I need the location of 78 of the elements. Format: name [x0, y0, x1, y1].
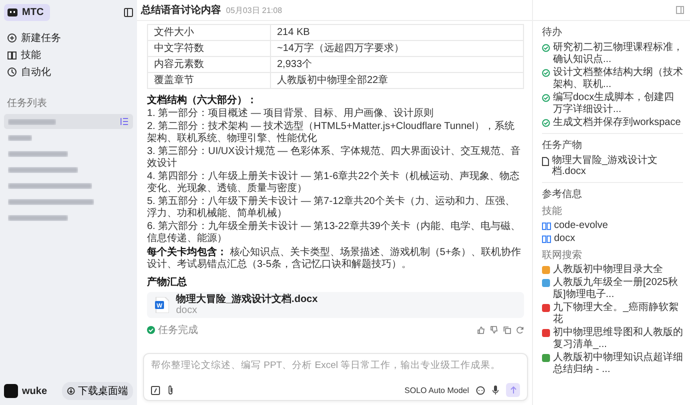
section-heading: 产物汇总 [147, 276, 188, 289]
nav-label: 新建任务 [21, 32, 61, 44]
clock-icon [7, 66, 17, 76]
microphone-icon[interactable] [492, 385, 499, 395]
robot-icon [7, 8, 18, 17]
table-cell: 2,933个 [270, 56, 524, 72]
workspace-badge[interactable]: MTC [4, 4, 50, 21]
copy-icon[interactable] [503, 326, 511, 334]
command-icon[interactable] [151, 386, 160, 394]
table-cell: ~14万字（远超四万字要求） [270, 40, 524, 56]
section-title: 待办 [542, 26, 563, 39]
blurred-title-drawing [8, 118, 56, 124]
arrow-up-icon [510, 386, 516, 394]
blurred-title-drawing [8, 166, 78, 172]
refresh-icon[interactable] [516, 326, 524, 334]
nav-item[interactable]: 技能 [4, 46, 133, 63]
list-item: 6. 第六部分：九年级全册关卡设计 — 第13-22章共39个关卡（内能、电学、电与磁、信息传递、能源） [147, 221, 522, 245]
table-cell: 214 KB [270, 24, 524, 40]
todo-item: 生成文档并保存到workspace [553, 117, 681, 128]
section-title: 任务列表 [7, 96, 48, 110]
table-cell: 人教版初中物理全部22章 [270, 72, 524, 88]
nav-label: 技能 [21, 48, 41, 62]
skill-link[interactable]: code-evolve [542, 220, 683, 231]
send-button[interactable] [506, 383, 520, 397]
artifact-link[interactable]: 物理大冒险_游戏设计文档.docx [542, 154, 683, 178]
search-result-link[interactable]: 九下物理大全。_癌雨静软絮花 [542, 302, 683, 325]
todo-item: 研究初二初三物理课程标准，确认知识点... [553, 42, 683, 65]
list-item: 3. 第三部分：UI/UX设计规范 — 色彩体系、字体规范、四大界面设计、交互规范、音效设计 [147, 146, 522, 170]
paperclip-icon[interactable] [167, 385, 174, 395]
todo-item: 编写docx生成脚本，创建四万字详细设计... [553, 92, 676, 115]
nav-item[interactable]: 新建任务 [4, 29, 133, 46]
table-cell: 覆盖章节 [148, 72, 270, 88]
blurred-title-drawing [8, 214, 68, 220]
section-heading: 文档结构（六大部分）： [147, 93, 258, 107]
nav-item[interactable]: 自动化 [4, 63, 133, 80]
table-cell: 内容元素数 [148, 56, 270, 72]
section-title: 参考信息 [542, 188, 583, 200]
sidebar-toggle-icon[interactable] [124, 8, 133, 17]
search-result-link[interactable]: 人教版初中物理知识点超详细总结归纳 - ... [542, 352, 683, 375]
list-item: 4. 第四部分：八年级上册关卡设计 — 第1-6章共22个关卡（机械运动、声现象、物态变化、光现象、透镜、质量与密度） [147, 171, 520, 195]
avatar-icon [4, 384, 18, 398]
nav-label: 自动化 [21, 66, 51, 78]
file-name: 物理大冒险_游戏设计文档.docx [176, 294, 318, 305]
blurred-title-drawing [8, 150, 68, 156]
subsection-title: 技能 [542, 204, 563, 218]
thumbs-up-icon[interactable] [477, 326, 485, 334]
skill-link[interactable]: docx [542, 233, 683, 244]
list-item: 2. 第二部分：技术架构 — 技术选型（HTML5+Matter.js+Cloudflare Tunnel），系统架构、联机系统、物理引擎、性能优化 [147, 121, 516, 145]
chat-bubble-icon[interactable] [476, 386, 485, 394]
file-type: docx [176, 305, 198, 316]
section-title: 任务产物 [542, 138, 583, 152]
chat-title: 总结语音讨论内容 [141, 3, 221, 17]
document-icon [542, 156, 549, 166]
message-composer[interactable]: 帮你整理论文综述、编写 PPT、分析 Excel 等日常工作，输出专业级工作成果。 SOLO Auto Model [143, 353, 528, 401]
subsection-title: 联网搜索 [542, 248, 583, 262]
book-icon [7, 50, 17, 60]
timestamp: 05月03日 21:08 [226, 4, 282, 16]
download-button[interactable]: 下载桌面端 [62, 382, 133, 400]
list-item: 1. 第一部分：项目概述 — 项目背景、目标、用户画像、设计原则 [147, 108, 435, 120]
download-icon [67, 387, 75, 395]
list-item: 5. 第五部分：八年级下册关卡设计 — 第7-12章共20个关卡（力、运动和力、压强、浮力、功和机械能、简单机械） [147, 196, 516, 220]
model-selector[interactable]: SOLO Auto Model [404, 386, 469, 394]
table-cell: 中文字符数 [148, 40, 270, 56]
search-result-link[interactable]: 人教版初中物理目录大全 [542, 264, 683, 275]
table-cell: 文件大小 [148, 24, 270, 40]
paragraph: 每个关卡均包含： 核心知识点、关卡类型、场景描述、游戏机制（5+条）、联机协作设计、考试易错点汇总（3-5条，含记忆口诀和解题技巧）。 [147, 247, 522, 271]
chat-plus-icon [7, 32, 17, 42]
search-result-link[interactable]: 人教版九年级全一册[2025秋版]物理电子... [542, 277, 683, 300]
user-name: wuke [22, 386, 48, 396]
blurred-title-drawing [8, 134, 32, 140]
thumbs-down-icon[interactable] [490, 326, 498, 334]
book-icon [542, 235, 551, 243]
todo-item: 设计文档整体结构大纲（技术架构、联机... [553, 67, 683, 90]
list-icon [120, 117, 129, 126]
status-label: 任务完成 [158, 324, 198, 337]
search-result-link[interactable]: 初中物理思维导图和人教版的复习清单_... [542, 327, 683, 350]
panel-toggle-icon[interactable] [676, 6, 684, 14]
book-icon [542, 222, 551, 230]
